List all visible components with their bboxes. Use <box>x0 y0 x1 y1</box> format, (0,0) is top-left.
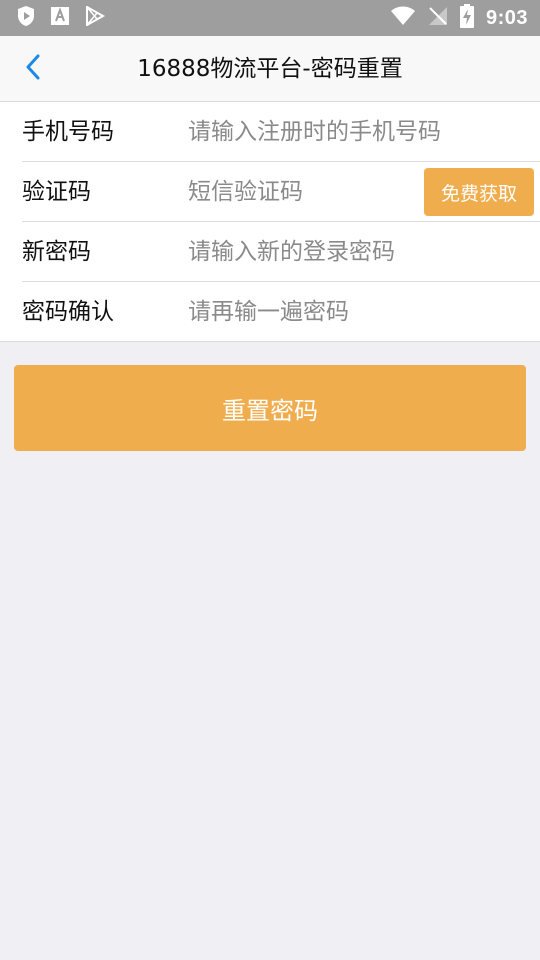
code-row: 验证码 免费获取 <box>22 162 540 222</box>
code-label: 验证码 <box>22 179 91 205</box>
new-password-input[interactable] <box>188 234 518 270</box>
confirm-password-row: 密码确认 <box>22 282 540 342</box>
play-store-icon <box>84 5 106 30</box>
get-code-button[interactable]: 免费获取 <box>424 168 534 216</box>
new-password-row: 新密码 <box>22 222 540 282</box>
battery-charging-icon <box>459 4 474 32</box>
font-a-icon <box>50 6 70 30</box>
page-title: 16888物流平台-密码重置 <box>137 56 403 82</box>
nav-bar: 16888物流平台-密码重置 <box>0 36 540 102</box>
phone-input[interactable] <box>188 114 518 150</box>
status-time: 9:03 <box>485 6 528 29</box>
confirm-password-label: 密码确认 <box>22 299 114 325</box>
status-bar: 9:03 <box>0 0 540 36</box>
confirm-password-input[interactable] <box>188 294 518 330</box>
reset-form: 手机号码 验证码 免费获取 新密码 密码确认 <box>0 102 540 342</box>
new-password-label: 新密码 <box>22 239 91 265</box>
wifi-icon <box>390 6 416 30</box>
phone-label: 手机号码 <box>22 119 114 145</box>
code-input[interactable] <box>188 174 418 210</box>
reset-password-button[interactable]: 重置密码 <box>14 365 526 451</box>
phone-row: 手机号码 <box>22 102 540 162</box>
shield-play-icon <box>16 5 36 31</box>
no-signal-icon <box>428 6 448 30</box>
